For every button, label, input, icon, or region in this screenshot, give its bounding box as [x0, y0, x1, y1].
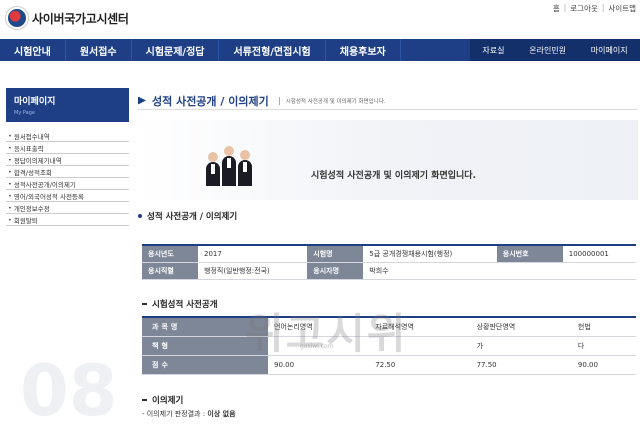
home-link[interactable]: 홈 — [553, 3, 560, 14]
number-label: 응시번호 — [496, 245, 563, 263]
utility-links: 홈 | 로그아웃 | 사이트맵 — [553, 3, 636, 14]
objection-label: - 이의제기 판정결과 : — [142, 410, 208, 418]
name-value: 박희수 — [363, 262, 636, 280]
points-cell: 90.00 — [268, 355, 370, 375]
nav-item-document-interview[interactable]: 서류전형/면접시험 — [219, 39, 326, 61]
subject-cell: 언어논리영역 — [268, 317, 370, 337]
divider: | — [563, 3, 567, 12]
nav-item-candidates[interactable]: 채용후보자 — [326, 39, 401, 61]
divider: | — [601, 3, 605, 12]
person-figure — [206, 152, 220, 186]
sidebar-item-language-score[interactable]: 영어/외국어성적 사전등록 — [6, 190, 129, 202]
score-section-title: 시험성적 사전공개 — [142, 298, 218, 310]
year-value: 2017 — [198, 245, 308, 263]
banner-text: 시험성적 사전공개 및 이의제기 화면입니다. — [311, 171, 476, 181]
top-header: 사이버국가고시센터 홈 | 로그아웃 | 사이트맵 — [0, 0, 640, 38]
logout-link[interactable]: 로그아웃 — [570, 3, 598, 14]
booklet-cell: 가 — [470, 336, 572, 356]
table-row: 과목명 언어논리영역 자료해석영역 상황판단영역 헌법 — [142, 317, 636, 337]
points-row-label: 점수 — [142, 355, 268, 375]
nav-item-mypage[interactable]: 마이페이지 — [591, 45, 628, 56]
page-header: 성적 사전공개 / 이의제기 시험성적 사전공개 및 이의제기 화면입니다. — [138, 92, 638, 110]
number-value: 100000001 — [562, 245, 636, 263]
field-value: 행정직(일반행정:전국) — [198, 262, 308, 280]
emblem-icon — [6, 7, 28, 29]
booklet-cell — [369, 336, 471, 356]
booklet-cell: 다 — [571, 336, 636, 356]
main-nav: 시험안내 원서접수 시험문제/정답 서류전형/면접시험 채용후보자 자료실 온라… — [0, 39, 640, 61]
subject-row-label: 과목명 — [142, 317, 268, 337]
sidebar-item-answer-objection[interactable]: 정답이의제기내역 — [6, 154, 129, 166]
page-title: 성적 사전공개 / 이의제기 — [152, 94, 269, 108]
sitemap-link[interactable]: 사이트맵 — [608, 3, 636, 14]
sidebar-header: 마이페이지 My Page — [6, 88, 129, 122]
nav-item-questions-answers[interactable]: 시험문제/정답 — [132, 39, 220, 61]
nav-item-exam-info[interactable]: 시험안내 — [0, 39, 66, 61]
sidebar-item-admission-ticket[interactable]: 응시표출력 — [6, 142, 129, 154]
exam-value: 5급 공개경쟁채용시험(행정) — [363, 245, 497, 263]
exam-label: 시험명 — [307, 245, 364, 263]
name-label: 응시자명 — [307, 262, 364, 280]
table-row: 점수 90.00 72.50 77.50 90.00 — [142, 355, 636, 375]
sidebar-subtitle: My Page — [14, 110, 35, 116]
people-illustration — [206, 146, 252, 186]
person-figure — [222, 146, 236, 186]
section-title: 성적 사전공개 / 이의제기 — [138, 210, 237, 222]
subject-cell: 상황판단영역 — [470, 317, 572, 337]
subject-cell: 헌법 — [571, 317, 636, 337]
person-figure — [238, 150, 252, 186]
nav-item-library[interactable]: 자료실 — [482, 45, 504, 56]
points-cell: 72.50 — [369, 355, 471, 375]
site-logo[interactable]: 사이버국가고시센터 — [6, 7, 129, 29]
nav-item-application[interactable]: 원서접수 — [66, 39, 132, 61]
table-row: 책형 가 다 — [142, 336, 636, 356]
points-cell: 90.00 — [571, 355, 636, 375]
booklet-row-label: 책형 — [142, 336, 268, 356]
objection-title: 이의제기 — [142, 394, 183, 406]
arrow-icon — [138, 96, 146, 105]
nav-sub: 자료실 온라인민원 마이페이지 — [470, 39, 640, 61]
nav-main: 시험안내 원서접수 시험문제/정답 서류전형/면접시험 채용후보자 — [0, 39, 470, 61]
sidebar-item-pass-score[interactable]: 합격/성적조회 — [6, 166, 129, 178]
page-description: 시험성적 사전공개 및 이의제기 화면입니다. — [278, 96, 386, 105]
year-label: 응시년도 — [142, 245, 198, 263]
field-label: 응시직렬 — [142, 262, 198, 280]
nav-item-online-service[interactable]: 온라인민원 — [529, 45, 566, 56]
objection-result: - 이의제기 판정결과 : 이상 없음 — [142, 409, 236, 419]
banner: 시험성적 사전공개 및 이의제기 화면입니다. — [136, 120, 638, 200]
booklet-cell — [268, 336, 370, 356]
score-table: 과목명 언어논리영역 자료해석영역 상황판단영역 헌법 책형 가 다 점수 90… — [142, 316, 636, 375]
subject-cell: 자료해석영역 — [369, 317, 471, 337]
table-row: 응시년도 2017 시험명 5급 공개경쟁채용시험(행정) 응시번호 10000… — [142, 245, 636, 263]
sidebar-menu: 원서접수내역 응시표출력 정답이의제기내역 합격/성적조회 성적사전공개/이의제… — [6, 130, 129, 226]
decorative-number: 08 — [20, 350, 118, 427]
sidebar-item-score-preview[interactable]: 성적사전공개/이의제기 — [6, 178, 129, 190]
points-cell: 77.50 — [470, 355, 572, 375]
table-row: 응시직렬 행정직(일반행정:전국) 응시자명 박희수 — [142, 262, 636, 280]
sidebar-item-withdraw[interactable]: 회원탈퇴 — [6, 214, 129, 226]
objection-value: 이상 없음 — [207, 410, 236, 418]
sidebar-item-application-history[interactable]: 원서접수내역 — [6, 130, 129, 142]
logo-text: 사이버국가고시센터 — [32, 11, 129, 26]
applicant-info-table: 응시년도 2017 시험명 5급 공개경쟁채용시험(행정) 응시번호 10000… — [142, 244, 636, 280]
sidebar-title: 마이페이지 — [14, 97, 56, 107]
sidebar-item-edit-profile[interactable]: 개인정보수정 — [6, 202, 129, 214]
